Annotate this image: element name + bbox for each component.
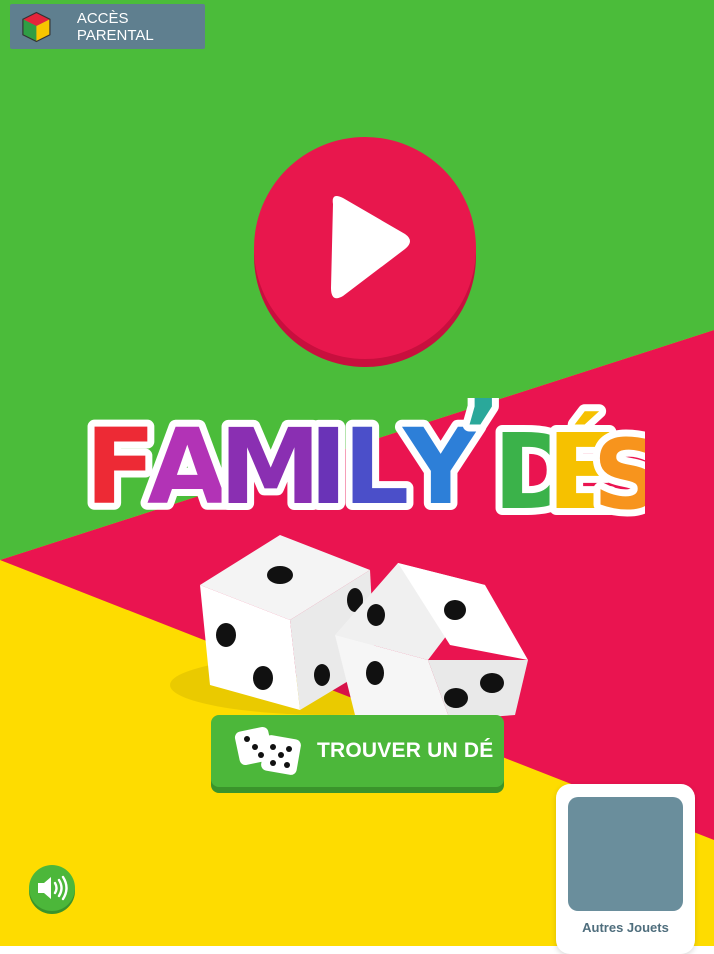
other-toys-card[interactable]: Autres Jouets bbox=[556, 784, 695, 954]
find-die-button[interactable]: TROUVER UN DÉ bbox=[211, 715, 504, 787]
play-button[interactable] bbox=[253, 136, 477, 368]
parental-access-button[interactable]: ACCÈS PARENTAL bbox=[10, 4, 205, 49]
game-logo: F A M I L Y ’ D É S bbox=[85, 398, 645, 523]
logo-letter: I bbox=[309, 406, 348, 523]
other-toys-label: Autres Jouets bbox=[582, 920, 669, 935]
logo-letter: L bbox=[343, 406, 409, 523]
other-toys-thumbnail bbox=[568, 797, 683, 911]
sound-toggle-button[interactable] bbox=[28, 865, 76, 915]
logo-letter: F bbox=[85, 406, 156, 523]
dice-illustration bbox=[170, 535, 528, 720]
parental-access-label: ACCÈS PARENTAL bbox=[76, 9, 154, 44]
find-die-label: TROUVER UN DÉ bbox=[317, 739, 494, 762]
logo-letter: A bbox=[147, 406, 228, 523]
logo-letter: S bbox=[593, 419, 645, 523]
color-cube-icon bbox=[22, 11, 51, 42]
logo-letter: M bbox=[219, 406, 323, 523]
dice-icon bbox=[234, 726, 301, 775]
